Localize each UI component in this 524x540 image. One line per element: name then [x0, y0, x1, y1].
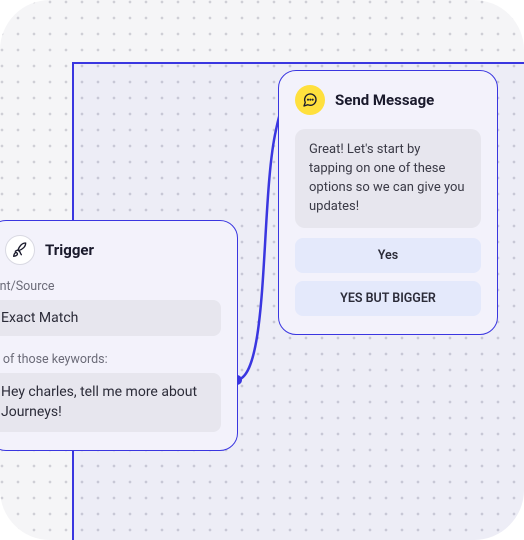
keywords-label: ny of those keywords:	[0, 352, 221, 367]
send-message-card[interactable]: Send Message Great! Let's start by tappi…	[278, 70, 498, 335]
event-source-value[interactable]: Exact Match	[0, 300, 221, 336]
keywords-value[interactable]: Hey charles, tell me more about Journeys…	[0, 373, 221, 432]
rocket-icon	[5, 235, 35, 265]
trigger-card[interactable]: Trigger vent/Source Exact Match ny of th…	[0, 220, 238, 451]
option-yes-bigger[interactable]: YES BUT BIGGER	[295, 281, 481, 316]
send-header: Send Message	[295, 85, 481, 115]
event-source-label: vent/Source	[0, 279, 221, 294]
option-yes[interactable]: Yes	[295, 238, 481, 273]
message-body: Great! Let's start by tapping on one of …	[295, 129, 481, 228]
canvas-viewport: Trigger vent/Source Exact Match ny of th…	[0, 0, 524, 540]
send-title: Send Message	[335, 91, 434, 109]
trigger-title: Trigger	[45, 241, 94, 259]
trigger-header: Trigger	[0, 235, 221, 265]
chat-icon	[295, 85, 325, 115]
